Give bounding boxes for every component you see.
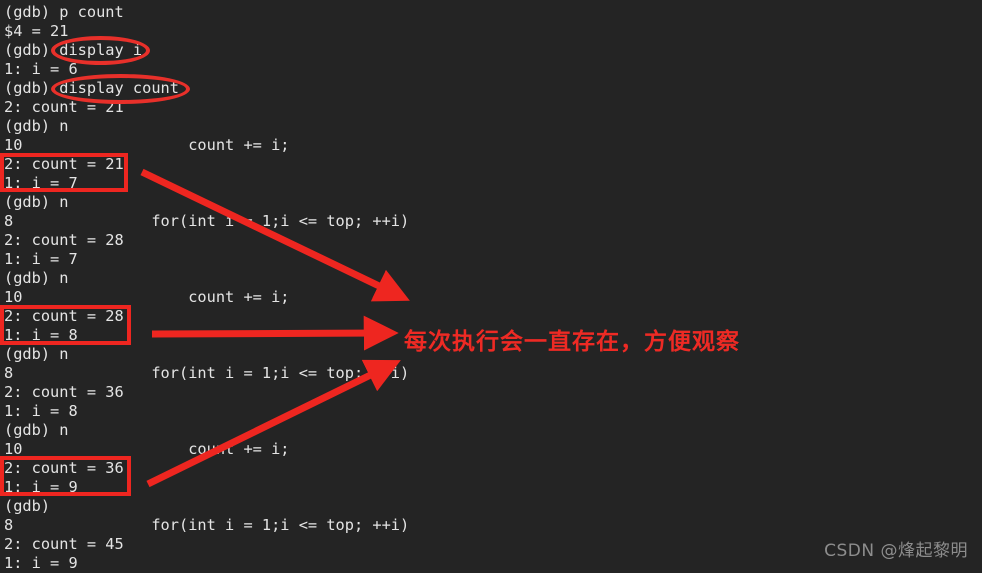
terminal-line: 8 for(int i = 1;i <= top; ++i) — [4, 516, 410, 534]
annotation-note-text: 每次执行会一直存在，方便观察 — [404, 329, 740, 355]
terminal-line: (gdb) n — [4, 117, 69, 135]
terminal-line: (gdb) n — [4, 421, 69, 439]
terminal-line: (gdb) — [4, 497, 51, 515]
terminal-line: (gdb) display count — [4, 79, 179, 97]
terminal-line: 2: count = 36 — [4, 383, 124, 401]
screenshot-root: (gdb) p count $4 = 21 (gdb) display i 1:… — [0, 0, 982, 573]
terminal-line: 1: i = 7 — [4, 250, 78, 268]
terminal-line: 1: i = 9 — [4, 478, 78, 496]
terminal-line: 1: i = 7 — [4, 174, 78, 192]
terminal-line: (gdb) display i — [4, 41, 143, 59]
terminal-line: 10 count += i; — [4, 440, 290, 458]
terminal-line: 1: i = 8 — [4, 402, 78, 420]
terminal-line: 2: count = 21 — [4, 98, 124, 116]
terminal-line: 1: i = 6 — [4, 60, 78, 78]
gdb-terminal-output[interactable]: (gdb) p count $4 = 21 (gdb) display i 1:… — [0, 0, 982, 573]
terminal-line: 8 for(int i = 1;i <= top; ++i) — [4, 364, 410, 382]
terminal-line: 8 for(int i = 1;i <= top; ++i) — [4, 212, 410, 230]
csdn-watermark: CSDN @烽起黎明 — [824, 541, 968, 561]
terminal-line: 10 count += i; — [4, 288, 290, 306]
terminal-line: 2: count = 28 — [4, 231, 124, 249]
terminal-line: (gdb) n — [4, 193, 69, 211]
terminal-line: 2: count = 36 — [4, 459, 124, 477]
terminal-line: 2: count = 21 — [4, 155, 124, 173]
terminal-line: (gdb) n — [4, 269, 69, 287]
terminal-line: $4 = 21 — [4, 22, 69, 40]
terminal-line: 10 count += i; — [4, 136, 290, 154]
terminal-line: (gdb) p count — [4, 3, 124, 21]
